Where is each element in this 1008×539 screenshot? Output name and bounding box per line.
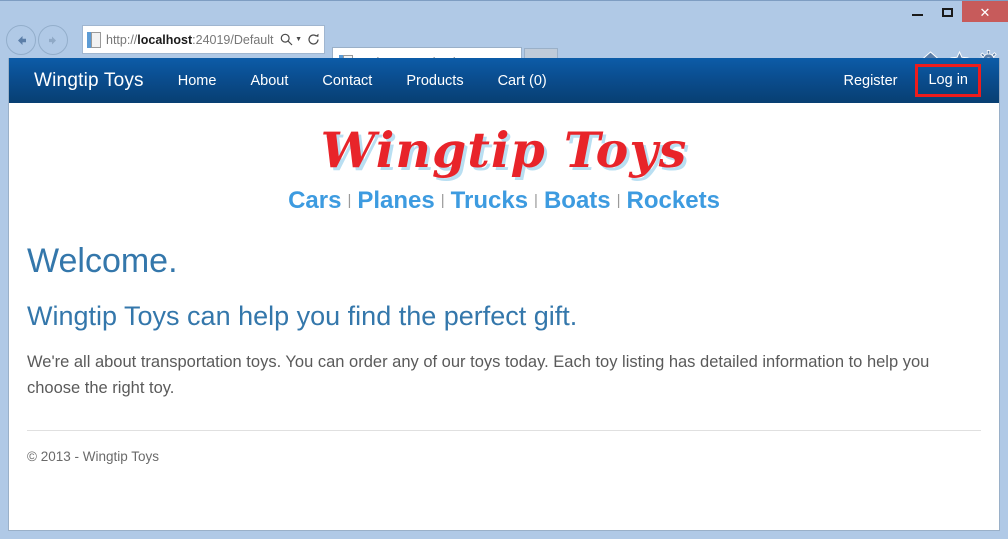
browser-window: ✕ http://localhost:24019/Default ▼ Wingt… (0, 0, 1008, 539)
nav-link-contact[interactable]: Contact (322, 73, 372, 89)
login-link-highlight: Log in (915, 64, 981, 97)
refresh-button[interactable] (307, 33, 320, 46)
category-separator: | (534, 192, 538, 209)
page-title: Welcome. (27, 242, 178, 280)
intro-paragraph: We're all about transportation toys. You… (27, 353, 930, 397)
page-favicon-icon (87, 31, 101, 48)
category-link-cars[interactable]: Cars (286, 187, 343, 214)
maximize-button[interactable] (932, 1, 962, 23)
chevron-down-icon: ▼ (295, 36, 302, 43)
url-host: localhost (137, 32, 193, 47)
footer-copyright: © 2013 - Wingtip Toys (27, 448, 160, 464)
minimize-icon (911, 14, 923, 16)
maximize-icon (941, 7, 953, 17)
address-bar-url: http://localhost:24019/Default (106, 33, 278, 47)
back-button[interactable] (6, 25, 36, 55)
category-link-boats[interactable]: Boats (542, 187, 613, 214)
window-controls: ✕ (902, 1, 1008, 23)
category-link-planes[interactable]: Planes (355, 187, 436, 214)
magnifier-icon (280, 33, 293, 46)
site-logo-text: Wingtip Toys (320, 121, 688, 179)
login-link[interactable]: Log in (928, 72, 968, 88)
category-link-rockets[interactable]: Rockets (625, 187, 722, 214)
main-content: Welcome. Wingtip Toys can help you find … (9, 242, 999, 464)
forward-button[interactable] (38, 25, 68, 55)
category-links: Cars | Planes | Trucks | Boats | Rockets (9, 187, 999, 215)
category-separator: | (616, 192, 621, 209)
url-suffix: :24019/Default (192, 32, 274, 47)
site-nav-account-links: Register Log in (843, 58, 981, 103)
title-bar: ✕ (0, 0, 1008, 23)
nav-link-home[interactable]: Home (178, 73, 217, 89)
nav-link-about[interactable]: About (250, 73, 288, 89)
site-nav-links: Home About Contact Products Cart (0) (178, 73, 547, 89)
site-navbar: Wingtip Toys Home About Contact Products… (9, 58, 999, 103)
address-bar[interactable]: http://localhost:24019/Default ▼ (82, 25, 325, 54)
nav-link-products[interactable]: Products (406, 73, 463, 89)
minimize-button[interactable] (902, 1, 932, 23)
url-prefix: http:// (106, 32, 138, 47)
page-subtitle: Wingtip Toys can help you find the perfe… (27, 301, 578, 332)
site-logo: Wingtip Toys (9, 119, 999, 181)
forward-arrow-icon (48, 36, 56, 44)
close-button[interactable]: ✕ (962, 1, 1008, 23)
address-search-button[interactable]: ▼ (280, 33, 305, 46)
refresh-icon (308, 33, 319, 45)
register-link[interactable]: Register (843, 73, 897, 89)
page-viewport: Wingtip Toys Home About Contact Products… (8, 58, 1000, 531)
close-icon: ✕ (979, 4, 991, 20)
category-separator: | (440, 192, 445, 209)
nav-link-cart[interactable]: Cart (0) (498, 73, 547, 89)
category-separator: | (347, 192, 352, 209)
site-brand[interactable]: Wingtip Toys (34, 70, 144, 92)
footer-divider (27, 429, 981, 431)
browser-toolbar: http://localhost:24019/Default ▼ Welcome… (0, 22, 1008, 78)
back-arrow-icon (17, 35, 26, 45)
category-link-trucks[interactable]: Trucks (449, 187, 530, 214)
